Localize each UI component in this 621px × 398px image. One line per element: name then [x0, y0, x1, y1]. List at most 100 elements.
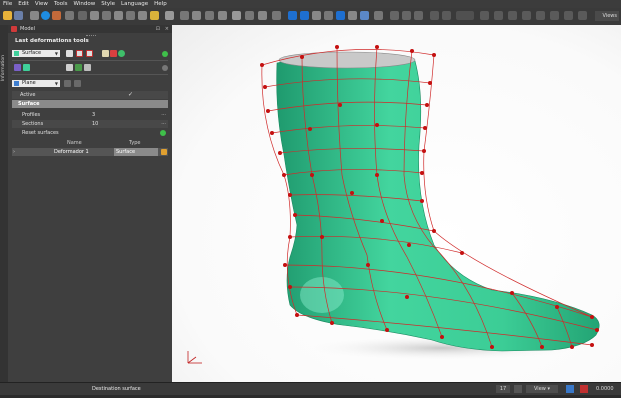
- tool-icon[interactable]: [192, 11, 201, 20]
- tool-icon[interactable]: [348, 11, 357, 20]
- deformers-table-header: Name Type: [12, 140, 168, 147]
- record-icon[interactable]: [580, 385, 588, 393]
- dropdown-control[interactable]: [456, 11, 474, 20]
- mesh-icon[interactable]: [75, 64, 82, 71]
- grid-toggle-icon[interactable]: [514, 385, 522, 393]
- tool-icon[interactable]: [442, 11, 451, 20]
- col-name[interactable]: Name: [67, 140, 82, 147]
- pin-icon[interactable]: ⊡: [156, 25, 160, 33]
- menu-style[interactable]: Style: [98, 0, 118, 8]
- undo-icon[interactable]: [30, 11, 39, 20]
- views-button[interactable]: Views: [595, 11, 619, 21]
- active-label: Active: [20, 92, 36, 98]
- shape-tool-icon[interactable]: [65, 11, 74, 20]
- 3d-viewport[interactable]: [172, 25, 621, 382]
- model-icon: [11, 26, 17, 32]
- table-row[interactable]: › Deformador 1 Surface: [12, 148, 168, 156]
- edit-ellipsis[interactable]: ···: [161, 111, 166, 119]
- tool-icon[interactable]: [508, 11, 517, 20]
- panel-title: Model: [20, 26, 36, 32]
- side-tab-label[interactable]: Information: [1, 55, 6, 81]
- profiles-value[interactable]: 3: [92, 111, 95, 119]
- main-toolbar: Views: [0, 8, 621, 26]
- status-destination: Destination surface: [92, 386, 141, 392]
- tool-icon[interactable]: [522, 11, 531, 20]
- menu-view[interactable]: View: [32, 0, 51, 8]
- tool-icon[interactable]: [374, 11, 383, 20]
- menu-edit[interactable]: Edit: [15, 0, 32, 8]
- tool-icon[interactable]: [205, 11, 214, 20]
- tool-icon[interactable]: [536, 11, 545, 20]
- tool-icon[interactable]: [430, 11, 439, 20]
- layer-icon[interactable]: [14, 64, 21, 71]
- tool-icon[interactable]: [494, 11, 503, 20]
- camera-icon[interactable]: [566, 385, 574, 393]
- tool-icon[interactable]: [114, 11, 123, 20]
- lock-icon[interactable]: [161, 149, 167, 155]
- copy-icon[interactable]: [66, 64, 73, 71]
- zoom-field[interactable]: 17: [496, 385, 510, 393]
- select-icon[interactable]: [288, 11, 297, 20]
- tool-icon[interactable]: [414, 11, 423, 20]
- surface-small-icon[interactable]: [23, 64, 30, 71]
- tool-icon[interactable]: [324, 11, 333, 20]
- tool-icon[interactable]: [180, 11, 189, 20]
- tool-icon[interactable]: [126, 11, 135, 20]
- tool-icon[interactable]: [138, 11, 147, 20]
- tool-icon[interactable]: [102, 11, 111, 20]
- view-select[interactable]: View ▾: [526, 385, 558, 393]
- menu-help[interactable]: Help: [151, 0, 170, 8]
- save-icon[interactable]: [14, 11, 23, 20]
- type-cell[interactable]: Surface: [114, 148, 158, 156]
- tool-icon[interactable]: [550, 11, 559, 20]
- surface-select[interactable]: Surface ▼: [12, 50, 60, 57]
- sections-value[interactable]: 10: [92, 120, 98, 128]
- menu-language[interactable]: Language: [118, 0, 151, 8]
- tool-icon[interactable]: [480, 11, 489, 20]
- profiles-row: Profiles 3 ···: [22, 111, 166, 119]
- tool-icon[interactable]: [402, 11, 411, 20]
- menu-tools[interactable]: Tools: [51, 0, 71, 8]
- pick-plane-icon[interactable]: [74, 80, 81, 87]
- tool-icon[interactable]: [232, 11, 241, 20]
- tool-icon[interactable]: [360, 11, 369, 20]
- sphere-icon[interactable]: [41, 11, 50, 20]
- tool-panel: Model ⊡ × Last deformations tools Surfac…: [8, 25, 172, 395]
- deform-cross-icon[interactable]: [86, 50, 93, 57]
- cage-icon[interactable]: [110, 50, 117, 57]
- tool-icon[interactable]: [312, 11, 321, 20]
- grid-view-icon[interactable]: [84, 64, 91, 71]
- tool-icon[interactable]: [564, 11, 573, 20]
- close-icon[interactable]: ×: [165, 25, 169, 33]
- apply-icon[interactable]: [118, 50, 125, 57]
- tool-icon[interactable]: [165, 11, 174, 20]
- plane-select[interactable]: Plane ▼: [12, 80, 60, 87]
- tool-icon[interactable]: [390, 11, 399, 20]
- document-icon[interactable]: [66, 50, 73, 57]
- tool-icon[interactable]: [78, 11, 87, 20]
- tool-icon[interactable]: [578, 11, 587, 20]
- menu-window[interactable]: Window: [71, 0, 99, 8]
- view-plane-icon[interactable]: [64, 80, 71, 87]
- select-icon[interactable]: [300, 11, 309, 20]
- grid-icon[interactable]: [102, 50, 109, 57]
- surface-section-header[interactable]: Surface: [12, 100, 168, 108]
- col-type[interactable]: Type: [129, 140, 140, 147]
- tool-icon[interactable]: [245, 11, 254, 20]
- tool-icon[interactable]: [150, 11, 159, 20]
- deform-icon[interactable]: [76, 50, 83, 57]
- settings-icon[interactable]: [162, 65, 168, 71]
- menu-file[interactable]: File: [0, 0, 15, 8]
- status-ok-icon: [162, 51, 168, 57]
- tool-icon[interactable]: [258, 11, 267, 20]
- tool-icon[interactable]: [218, 11, 227, 20]
- paint-icon[interactable]: [52, 11, 61, 20]
- tool-icon[interactable]: [272, 11, 281, 20]
- tool-icon[interactable]: [90, 11, 99, 20]
- open-folder-icon[interactable]: [3, 11, 12, 20]
- reset-icon[interactable]: [160, 130, 166, 136]
- tool-icon[interactable]: [336, 11, 345, 20]
- edit-ellipsis[interactable]: ···: [161, 120, 166, 128]
- active-checkbox[interactable]: ✓: [128, 91, 133, 99]
- expand-arrow-icon[interactable]: ›: [13, 148, 15, 156]
